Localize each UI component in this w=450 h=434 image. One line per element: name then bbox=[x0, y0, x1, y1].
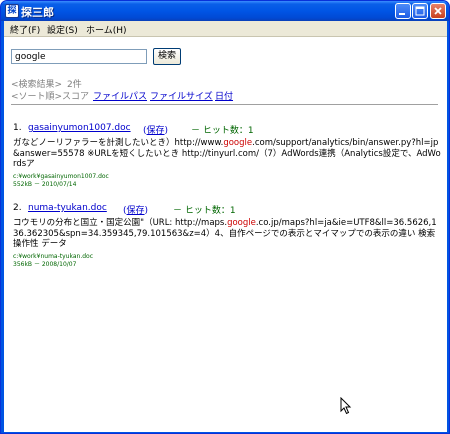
result-header: 2. numa-tyukan.doc (保存) － ヒット数：1 bbox=[13, 203, 441, 217]
result-hit-count: － ヒット数：1 bbox=[191, 126, 254, 136]
sort-by-filesize-link[interactable]: ファイルサイズ bbox=[150, 89, 213, 102]
minimize-icon bbox=[399, 13, 405, 15]
result-info: 552kB － 2010/07/14 bbox=[13, 181, 77, 188]
main-content: 検索 <検索結果> 2件 <ソート順> スコア ファイルパス ファイルサイズ 日… bbox=[4, 37, 447, 432]
result-save-link[interactable]: (保存) bbox=[123, 203, 148, 216]
mouse-cursor-icon bbox=[340, 397, 352, 415]
result-header: 1. gasainyumon1007.doc (保存) － ヒット数：1 bbox=[13, 123, 441, 137]
window-title: 探三郎 bbox=[21, 6, 54, 19]
sort-score: スコア bbox=[62, 92, 90, 102]
result-info: 356kB － 2008/10/07 bbox=[13, 261, 77, 268]
menu-bar: 終了(F) 設定(S) ホーム(H) bbox=[4, 21, 447, 37]
menu-item-home[interactable]: ホーム(H) bbox=[86, 23, 127, 36]
result-item: 1. gasainyumon1007.doc (保存) － ヒット数：1 ガなど… bbox=[13, 123, 441, 188]
menu-item-settings[interactable]: 設定(S) bbox=[47, 23, 78, 36]
result-filename-link[interactable]: numa-tyukan.doc bbox=[28, 203, 107, 213]
app-window: 探 探三郎 終了(F) 設定(S) ホーム(H) 検索 <検索結果> 2件 < bbox=[0, 0, 450, 434]
divider bbox=[11, 104, 438, 105]
snippet-text-before: コウモリの分布と国立・国定公園"（URL: http://maps. bbox=[13, 218, 228, 228]
result-save-label[interactable]: 保存 bbox=[147, 126, 165, 136]
snippet-highlight: google bbox=[223, 138, 253, 148]
menu-item-quit[interactable]: 終了(F) bbox=[10, 23, 40, 36]
maximize-icon bbox=[415, 6, 425, 16]
result-save-link[interactable]: (保存) bbox=[143, 123, 168, 136]
maximize-button[interactable] bbox=[412, 3, 428, 19]
result-filename-link[interactable]: gasainyumon1007.doc bbox=[28, 123, 131, 133]
result-save-label[interactable]: 保存 bbox=[127, 206, 145, 216]
result-snippet: ガなどノーリファラーを計測したいとき）http://www.google.com… bbox=[13, 138, 441, 170]
close-icon bbox=[434, 7, 442, 15]
app-icon[interactable]: 探 bbox=[5, 4, 19, 18]
snippet-text-before: ガなどノーリファラーを計測したいとき）http://www. bbox=[13, 138, 224, 148]
result-item: 2. numa-tyukan.doc (保存) － ヒット数：1 コウモリの分布… bbox=[13, 203, 441, 268]
sort-label: <ソート順> bbox=[11, 92, 63, 102]
search-input[interactable] bbox=[11, 49, 147, 64]
title-bar[interactable]: 探 探三郎 bbox=[1, 1, 449, 21]
sort-by-filepath-link[interactable]: ファイルパス bbox=[93, 89, 147, 102]
minimize-button[interactable] bbox=[395, 3, 411, 19]
sort-by-date-link[interactable]: 日付 bbox=[215, 89, 233, 102]
result-path: c:¥work¥gasainyumon1007.doc bbox=[13, 173, 109, 180]
result-index: 1. bbox=[13, 123, 22, 133]
snippet-highlight: google bbox=[227, 218, 256, 228]
result-snippet: コウモリの分布と国立・国定公園"（URL: http://maps.google… bbox=[13, 218, 441, 250]
result-hit-count: － ヒット数：1 bbox=[173, 206, 236, 216]
close-button[interactable] bbox=[430, 3, 446, 19]
result-path: c:¥work¥numa-tyukan.doc bbox=[13, 253, 94, 260]
search-button[interactable]: 検索 bbox=[153, 48, 181, 65]
result-index: 2. bbox=[13, 203, 22, 213]
